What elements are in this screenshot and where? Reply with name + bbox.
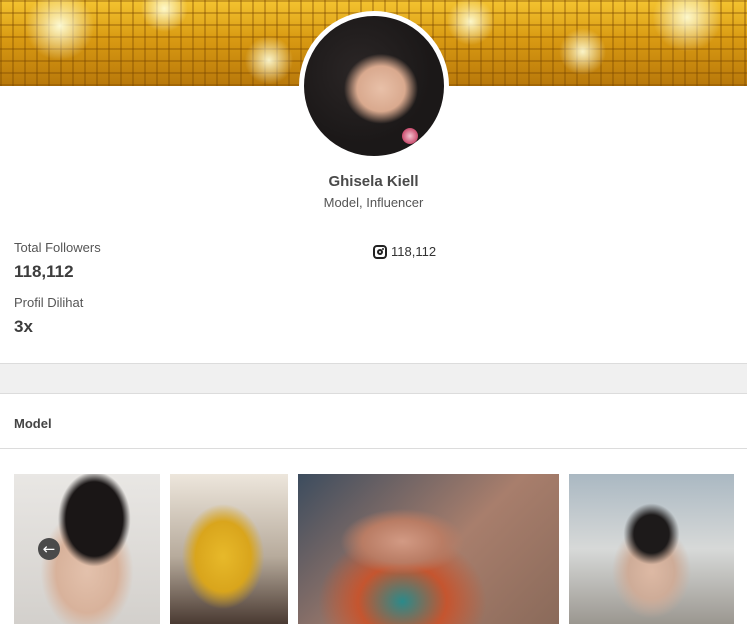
- gallery-photo-1[interactable]: [14, 474, 160, 624]
- profile-role: Model, Influencer: [323, 195, 424, 210]
- gallery-photo-4[interactable]: [569, 474, 734, 624]
- instagram-count: 118,112: [391, 244, 437, 259]
- instagram-followers[interactable]: 118,112: [373, 244, 436, 259]
- profile-views-label: Profil Dilihat: [14, 295, 84, 310]
- arrow-left-icon[interactable]: ←: [38, 538, 60, 560]
- divider: [0, 393, 747, 394]
- instagram-icon: [373, 244, 387, 259]
- total-followers-value: 118,112: [14, 262, 74, 281]
- section-title-model: Model: [14, 416, 52, 431]
- section-separator: [0, 364, 747, 393]
- gallery-photo-2[interactable]: [170, 474, 288, 624]
- profile-avatar: [299, 11, 449, 161]
- gallery-photo-3[interactable]: [298, 474, 559, 624]
- profile-views-value: 3x: [14, 317, 33, 336]
- divider: [0, 448, 747, 449]
- total-followers-label: Total Followers: [14, 240, 101, 255]
- profile-name: Ghisela Kiell: [328, 173, 419, 190]
- flower-decoration: [402, 128, 418, 144]
